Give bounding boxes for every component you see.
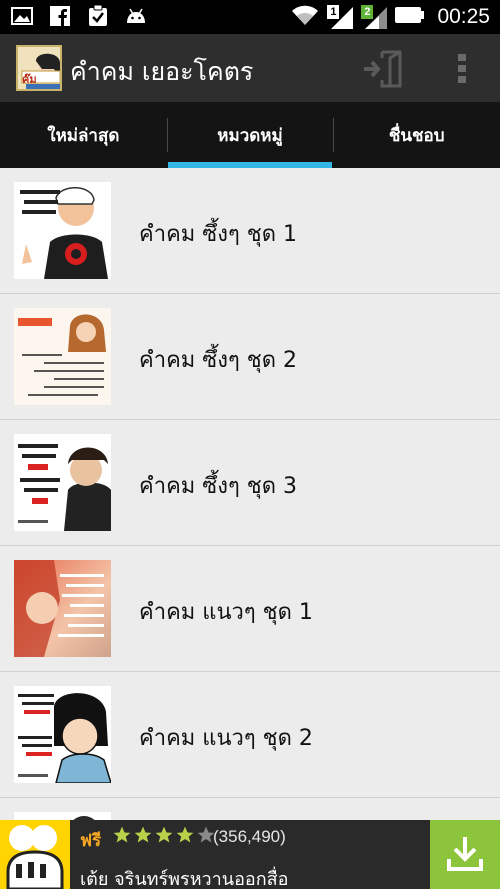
list-item[interactable] <box>0 798 500 820</box>
star-icon <box>175 825 195 849</box>
status-bar: 1 2 00:25 <box>0 0 500 34</box>
list-item[interactable]: คำคม แนวๆ ชุด 1 <box>0 546 500 672</box>
ad-banner[interactable]: ฟรี (356,490) เต้ย จรินทร์พรหวานออกสื่อ <box>0 820 500 889</box>
overflow-menu-button[interactable] <box>450 50 474 88</box>
tab-favorites[interactable]: ชื่นชอบ <box>333 102 500 168</box>
list-item-label: คำคม ซึ้งๆ ชุด 3 <box>139 474 297 499</box>
signal-sim1-icon: 1 <box>327 5 354 29</box>
list-item[interactable]: คำคม ซึ้งๆ ชุด 2 <box>0 294 500 420</box>
app-title: คำคม เยอะโคตร <box>70 57 254 86</box>
signal-sim2-icon: 2 <box>361 5 388 29</box>
list-item-label: คำคม แนวๆ ชุด 1 <box>139 600 313 625</box>
ad-title: เต้ย จรินทร์พรหวานออกสื่อ <box>80 869 289 889</box>
facebook-icon <box>48 5 72 27</box>
tab-categories[interactable]: หมวดหมู่ <box>166 102 334 168</box>
download-icon <box>445 833 485 877</box>
ad-download-button[interactable] <box>430 820 500 889</box>
thumbnail-image <box>14 308 111 405</box>
thumbnail-image <box>14 434 111 531</box>
ad-app-icon <box>0 820 70 889</box>
thumbnail-image <box>14 182 111 279</box>
list-item-label: คำคม ซึ้งๆ ชุด 1 <box>139 222 297 247</box>
ad-rating-stars <box>112 825 216 849</box>
ad-free-label: ฟรี <box>80 831 102 851</box>
thumbnail-image <box>14 812 111 820</box>
list-item-label: คำคม แนวๆ ชุด 2 <box>139 726 313 751</box>
status-time: 00:25 <box>437 5 490 28</box>
tab-label: หมวดหมู่ <box>217 125 283 146</box>
exit-button[interactable] <box>362 50 406 88</box>
category-list[interactable]: คำคม ซึ้งๆ ชุด 1 คำคม ซึ้งๆ ชุด 2 คำคม ซ… <box>0 168 500 820</box>
sim2-badge: 2 <box>361 5 374 19</box>
tab-label: ชื่นชอบ <box>388 125 445 146</box>
star-icon <box>133 825 153 849</box>
image-icon <box>10 5 34 27</box>
app-logo-text: ค๊ม <box>22 73 37 86</box>
thumbnail-image <box>14 560 111 657</box>
ad-rating-count: (356,490) <box>213 827 286 846</box>
exit-icon <box>362 50 406 92</box>
star-icon <box>154 825 174 849</box>
list-item[interactable]: คำคม ซึ้งๆ ชุด 1 <box>0 168 500 294</box>
tab-label: ใหม่ล่าสุด <box>47 125 120 146</box>
sim1-badge: 1 <box>327 5 340 19</box>
list-item[interactable]: คำคม แนวๆ ชุด 2 <box>0 672 500 798</box>
app-logo[interactable]: ค๊ม <box>16 45 62 91</box>
tab-latest[interactable]: ใหม่ล่าสุด <box>0 102 167 168</box>
star-icon <box>112 825 132 849</box>
list-item[interactable]: คำคม ซึ้งๆ ชุด 3 <box>0 420 500 546</box>
wifi-icon <box>291 4 319 30</box>
overflow-icon <box>450 54 474 92</box>
tab-bar: ใหม่ล่าสุด หมวดหมู่ ชื่นชอบ <box>0 102 500 168</box>
action-bar: ค๊ม คำคม เยอะโคตร <box>0 34 500 102</box>
thumbnail-image <box>14 686 111 783</box>
list-item-label: คำคม ซึ้งๆ ชุด 2 <box>139 348 297 373</box>
android-icon <box>124 5 148 27</box>
clipboard-check-icon <box>86 5 110 27</box>
battery-icon <box>395 6 425 28</box>
